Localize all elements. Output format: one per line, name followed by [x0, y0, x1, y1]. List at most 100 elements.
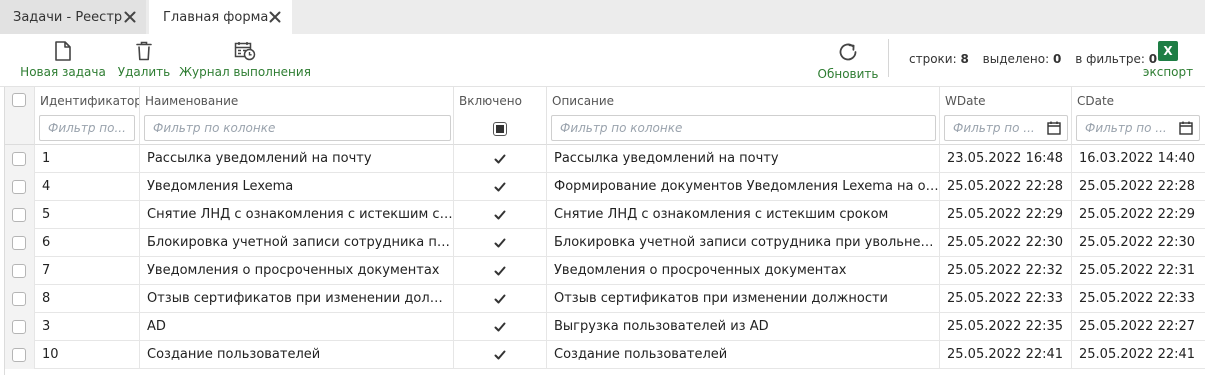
filter-input-cdate[interactable]: Фильтр по ... [1076, 115, 1200, 141]
cell-name: AD [140, 313, 454, 341]
column-header-description[interactable]: Описание [547, 87, 940, 115]
cell-id: 8 [35, 285, 140, 313]
cell-id: 4 [35, 173, 140, 201]
cell-wdate: 25.05.2022 22:33 [940, 285, 1072, 313]
filter-input-id[interactable]: Фильтр по... [39, 115, 135, 141]
row-select-cell [5, 341, 35, 369]
table-row[interactable]: 3 AD Выгрузка пользователей из AD 25.05.202… [5, 313, 1205, 341]
cell-description: Блокировка учетной записи сотрудника при… [547, 229, 940, 257]
execution-log-button[interactable]: Журнал выполнения [179, 34, 311, 86]
row-stats: строки: 8 выделено: 0 в фильтре: 0 [909, 52, 1157, 66]
delete-button[interactable]: Удалить [116, 34, 172, 86]
row-checkbox[interactable] [12, 348, 26, 362]
cell-cdate: 25.05.2022 22:30 [1079, 235, 1196, 250]
table-row[interactable]: 4 Уведомления Lexema Формирование документ… [5, 173, 1205, 201]
selected-count: 0 [1053, 52, 1062, 66]
filter-cell-name: Фильтр по колонке [140, 115, 454, 145]
calendar-icon[interactable] [1179, 121, 1193, 135]
tab-bar: Задачи - Реестр Главная форма [0, 0, 1205, 34]
indeterminate-mark [496, 125, 504, 133]
cell-cdate: 25.05.2022 22:31 [1079, 263, 1196, 278]
execution-log-label: Журнал выполнения [179, 65, 311, 79]
cell-description: Отзыв сертификатов при изменении должнос… [547, 285, 940, 313]
filter-cell-description: Фильтр по колонке [547, 115, 940, 145]
checkmark-icon [494, 238, 506, 248]
cell-name: Создание пользователей [140, 341, 454, 369]
refresh-label: Обновить [817, 67, 879, 81]
enabled-filter-checkbox[interactable] [493, 122, 507, 136]
row-select-cell [5, 145, 35, 173]
trash-icon [136, 41, 152, 61]
select-all-checkbox[interactable] [12, 93, 26, 107]
toolbar-divider [888, 39, 889, 77]
cell-enabled [454, 173, 547, 201]
row-select-cell [5, 229, 35, 257]
cell-enabled [454, 145, 547, 173]
column-header-name[interactable]: Наименование [140, 87, 454, 115]
tab-label: Главная форма [163, 9, 269, 25]
export-button[interactable]: X экспорт [1143, 34, 1193, 86]
cell-cdate: 25.05.2022 22:33 [1079, 291, 1196, 306]
filter-cell-enabled [454, 115, 547, 145]
cell-name: Блокировка учетной записи сотрудника при… [140, 229, 454, 257]
row-checkbox[interactable] [12, 236, 26, 250]
cell-cdate: 25.05.2022 22:41 [1079, 347, 1196, 362]
cell-description: Снятие ЛНД с ознакомления с истекшим сро… [547, 201, 940, 229]
filter-input-description[interactable]: Фильтр по колонке [551, 115, 936, 141]
close-icon[interactable] [124, 11, 136, 23]
filter-input-name[interactable]: Фильтр по колонке [144, 115, 451, 141]
filter-input-wdate[interactable]: Фильтр по ... [944, 115, 1068, 141]
row-checkbox[interactable] [12, 180, 26, 194]
cell-name: Снятие ЛНД с ознакомления с истекшим сро… [140, 201, 454, 229]
filter-placeholder: Фильтр по ... [953, 121, 1035, 135]
export-label: экспорт [1142, 65, 1194, 79]
table-row[interactable]: 10 Создание пользователей Создание пользов… [5, 341, 1205, 369]
filter-cell-cdate: Фильтр по ... [1072, 115, 1205, 145]
cell-wdate: 25.05.2022 22:28 [940, 173, 1072, 201]
new-task-button[interactable]: Новая задача [20, 34, 106, 86]
cell-name: Уведомления о просроченных документах [140, 257, 454, 285]
close-icon[interactable] [269, 11, 281, 23]
cell-enabled [454, 201, 547, 229]
column-header-enabled[interactable]: Включено [454, 87, 547, 115]
refresh-icon [839, 43, 857, 61]
row-checkbox[interactable] [12, 292, 26, 306]
table-row[interactable]: 8 Отзыв сертификатов при изменении должно… [5, 285, 1205, 313]
row-checkbox[interactable] [12, 152, 26, 166]
checkmark-icon [494, 266, 506, 276]
column-header-wdate[interactable]: WDate [940, 87, 1072, 115]
cell-id: 10 [35, 341, 140, 369]
column-header-id[interactable]: Идентификатор [35, 87, 140, 115]
table-row[interactable]: 6 Блокировка учетной записи сотрудника пр… [5, 229, 1205, 257]
cell-wdate: 25.05.2022 22:32 [940, 257, 1072, 285]
cell-wdate: 25.05.2022 22:35 [940, 313, 1072, 341]
cell-id: 3 [35, 313, 140, 341]
cell-wdate: 25.05.2022 22:30 [940, 229, 1072, 257]
rows-count: 8 [960, 52, 969, 66]
delete-label: Удалить [117, 65, 171, 79]
table-row[interactable]: 1 Рассылка уведомлений на почту Рассылка у… [5, 145, 1205, 173]
row-select-cell [5, 173, 35, 201]
table-row[interactable]: 5 Снятие ЛНД с ознакомления с истекшим ср… [5, 201, 1205, 229]
tab-main-form[interactable]: Главная форма [149, 0, 292, 34]
filter-cell-id: Фильтр по... [35, 115, 140, 145]
row-checkbox[interactable] [12, 320, 26, 334]
cell-id: 6 [35, 229, 140, 257]
checkmark-icon [494, 294, 506, 304]
toolbar: Новая задача Удалить Журнал выполнения О… [0, 34, 1205, 87]
table-row[interactable]: 7 Уведомления о просроченных документах Ув… [5, 257, 1205, 285]
refresh-button[interactable]: Обновить [815, 34, 881, 86]
select-all-header [5, 87, 35, 115]
tab-tasks-registry[interactable]: Задачи - Реестр [0, 0, 146, 34]
calendar-icon[interactable] [1047, 121, 1061, 135]
row-checkbox[interactable] [12, 208, 26, 222]
cell-enabled [454, 229, 547, 257]
row-select-cell [5, 201, 35, 229]
cell-id: 1 [35, 145, 140, 173]
cell-name: Отзыв сертификатов при изменении должно.… [140, 285, 454, 313]
cell-description: Рассылка уведомлений на почту [547, 145, 940, 173]
cell-cdate: 25.05.2022 22:27 [1079, 319, 1196, 334]
cell-enabled [454, 341, 547, 369]
row-checkbox[interactable] [12, 264, 26, 278]
column-header-cdate[interactable]: CDate [1072, 87, 1205, 115]
